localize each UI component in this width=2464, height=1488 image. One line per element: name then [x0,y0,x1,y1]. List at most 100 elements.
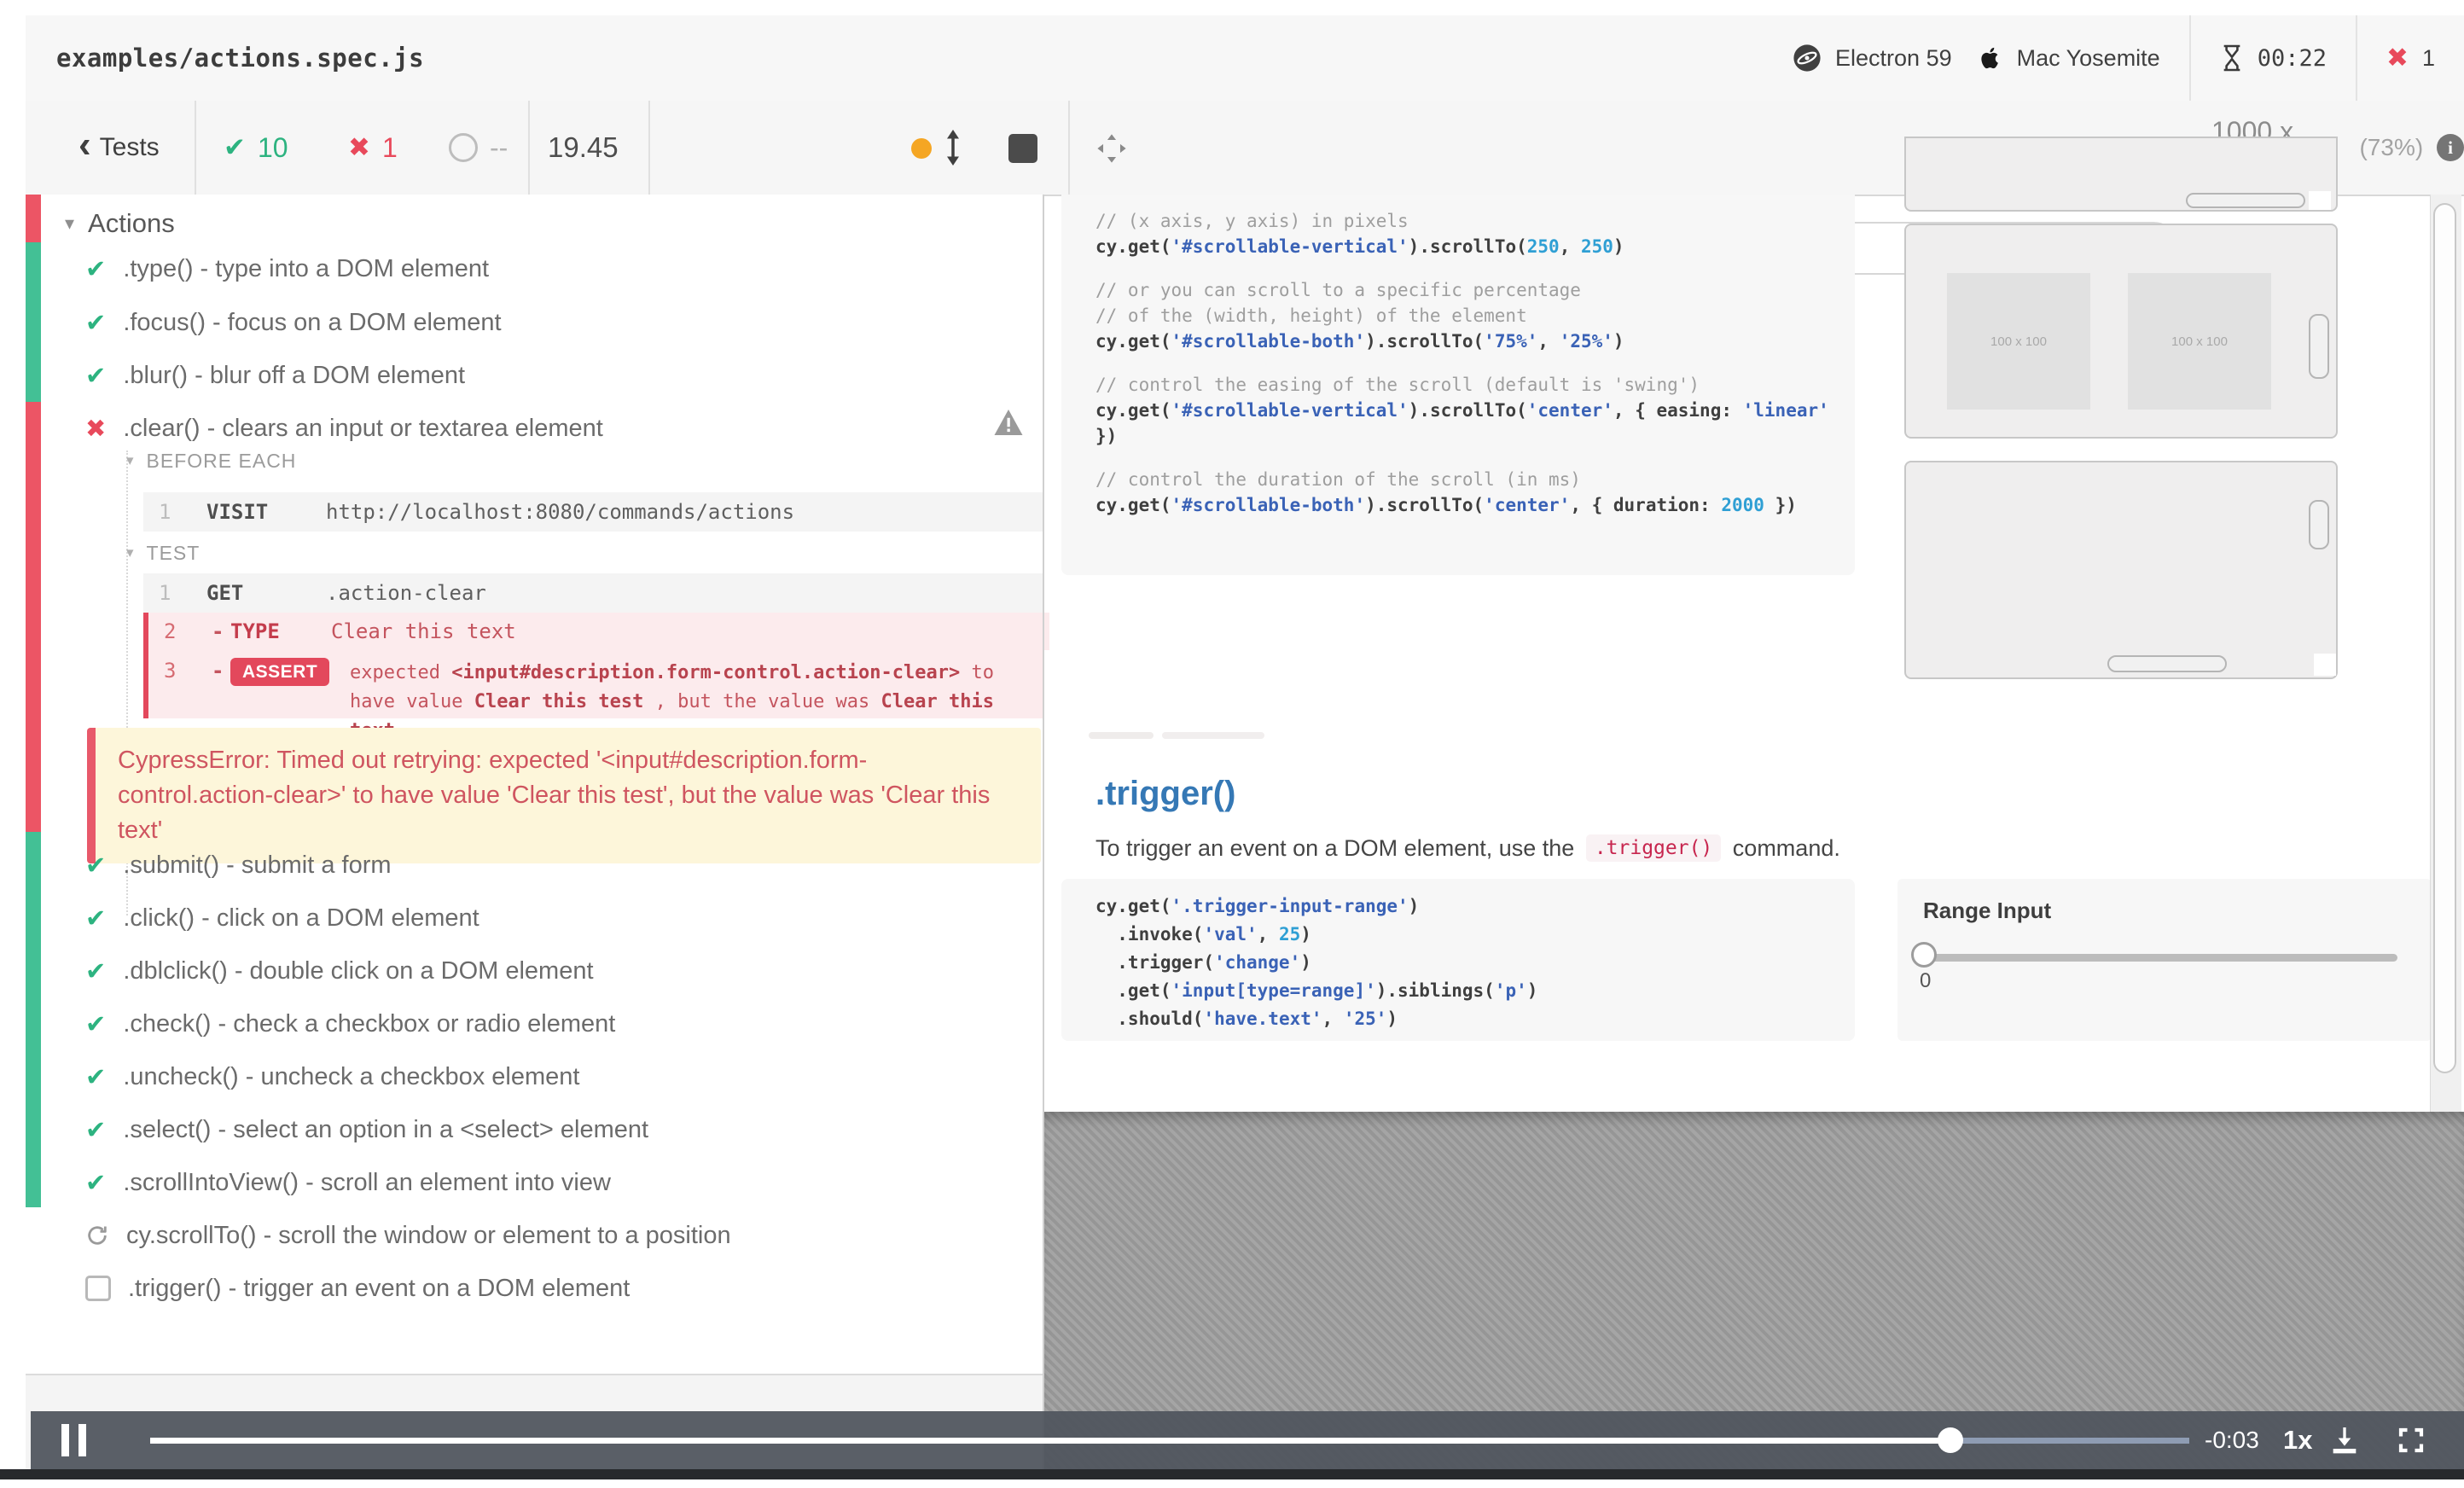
fail-x-icon: ✖ [2386,43,2409,73]
command-get[interactable]: 1 .action-clear GET .action-clear [143,573,1044,613]
video-player-bar: -0:03 1x [31,1411,2464,1469]
info-icon[interactable]: i [2437,134,2464,161]
back-to-tests-button[interactable]: ‹ Tests [78,101,160,195]
pause-icon[interactable] [78,1424,86,1456]
divider [648,101,650,195]
progress-remaining[interactable] [1950,1438,2189,1444]
divider [195,101,196,195]
failures-section: ✖ 1 [2355,15,2464,101]
chevron-down-icon: ▾ [65,212,75,234]
check-icon: ✔ [85,904,107,933]
test-log-panel: ▾ Actions ✔ .type() - type into a DOM el… [26,195,1049,1469]
code-snippet-scrollto: // (x axis, y axis) in pixels cy.get('#sc… [1061,195,1855,575]
chevron-left-icon: ‹ [78,124,91,166]
download-icon[interactable] [2327,1423,2362,1462]
hook-test[interactable]: ▾ TEST [126,536,200,570]
fullscreen-icon[interactable] [2396,1425,2426,1460]
check-icon: ✔ [85,309,107,337]
scrollable-horizontal-box[interactable] [1904,137,2338,212]
check-icon: ✔ [85,1169,107,1197]
preview-scrollbar-thumb[interactable] [2433,203,2456,1073]
apple-icon [1978,45,2003,71]
environment-section: Electron 59 Mac Yosemite [1764,15,2189,101]
check-icon: ✔ [85,255,107,283]
range-slider-track[interactable] [1923,954,2397,962]
pending-stat: -- [449,101,508,195]
warning-icon[interactable] [993,408,1024,441]
check-icon: ✔ [85,362,107,390]
test-item[interactable]: ✔ .submit() - submit a form [85,840,990,890]
check-icon: ✔ [85,1116,107,1144]
refresh-icon [85,1224,109,1247]
playback-rate-button[interactable]: 1x [2283,1411,2312,1469]
suite-fail-strip [26,195,41,242]
trigger-section-text: To trigger an event on a DOM element, us… [1095,834,1840,862]
electron-icon [1793,44,1822,73]
test-item[interactable]: ✔ .uncheck() - uncheck a checkbox elemen… [85,1052,990,1101]
progress-thumb[interactable] [1938,1427,1963,1453]
code-snippet-trigger: cy.get('.trigger-input-range') .invoke('… [1061,879,1855,1041]
scrollbar-corner [2309,191,2331,210]
preview-scrollbar[interactable] [2430,195,2461,1112]
test-item[interactable]: ✔ .type() - type into a DOM element [85,244,990,294]
pass-strip [26,832,41,1207]
trigger-section-heading[interactable]: .trigger() [1095,775,1235,813]
chevron-down-icon: ▾ [126,544,135,561]
scrollbar-corner [2314,654,2336,676]
scrollable-both-box[interactable]: 100 x 100 100 x 100 [1904,224,2338,439]
viewport-scale: (73%) [2359,134,2424,160]
test-item[interactable]: ✔ .blur() - blur off a DOM element [85,351,990,400]
passed-stat: ✔ 10 [224,131,288,163]
chevron-down-icon: ▾ [126,452,135,468]
check-icon: ✔ [85,852,107,880]
test-item[interactable]: ✔ .check() - check a checkbox or radio e… [85,999,990,1049]
pass-strip [26,242,41,402]
assert-badge: ASSERT [230,658,330,686]
command-assert[interactable]: 3 - ASSERT expected <input#description.f… [143,650,1044,741]
test-item[interactable]: ✔ .select() - select an option in a <sel… [85,1105,990,1154]
scrollable-vertical-box[interactable] [1904,461,2338,679]
spec-title: examples/actions.spec.js [56,44,425,73]
check-icon: ✔ [85,1063,107,1091]
inline-code-trigger: .trigger() [1585,834,1722,862]
divider [528,101,530,195]
player-shadow-strip [0,1469,2464,1479]
placeholder-image: 100 x 100 [1947,273,2090,410]
scroll-arrow-icon[interactable] [942,130,964,170]
duration-value: 19.45 [548,131,619,163]
x-icon: ✖ [348,132,370,162]
vertical-scrollbar-thumb[interactable] [2309,500,2329,549]
hook-before-each[interactable]: ▾ BEFORE EACH [126,444,296,478]
test-item-running[interactable]: cy.scrollTo() - scroll the window or ele… [85,1211,990,1260]
auto-scroll-indicator[interactable] [911,138,932,159]
test-item[interactable]: ✔ .click() - click on a DOM element [85,893,990,943]
horizontal-scrollbar-thumb[interactable] [2107,655,2227,672]
suite-actions[interactable]: ▾ Actions [65,200,175,247]
stop-button[interactable] [1008,134,1037,163]
x-icon: ✖ [85,415,107,443]
faint-divider [1162,732,1264,739]
progress-played[interactable] [150,1438,1950,1444]
test-item[interactable]: ✔ .focus() - focus on a DOM element [85,298,990,347]
test-item-pending[interactable]: .trigger() - trigger an event on a DOM e… [85,1264,990,1313]
fail-strip [26,402,41,832]
test-item[interactable]: ✔ .scrollIntoView() - scroll an element … [85,1158,990,1207]
horizontal-scrollbar-thumb[interactable] [2186,193,2305,208]
range-slider-thumb[interactable] [1911,942,1937,968]
failed-count: 1 [2421,44,2435,71]
timer-section: 00:22 [2188,15,2356,101]
divider [1068,101,1070,195]
range-input-label: Range Input [1923,898,2052,923]
range-value: 0 [1920,969,1932,992]
range-input-card: Range Input 0 [1897,879,2432,1041]
failed-stat: ✖ 1 [348,131,398,163]
time-remaining: -0:03 [2205,1427,2259,1453]
check-icon: ✔ [224,132,246,162]
selector-playground-icon[interactable] [1095,132,1128,169]
pause-icon[interactable] [61,1424,69,1456]
faint-divider [1089,732,1154,739]
command-type[interactable]: 2 - TYPE Clear this text [143,613,1049,650]
vertical-scrollbar-thumb[interactable] [2309,314,2329,379]
test-item[interactable]: ✔ .dblclick() - double click on a DOM el… [85,946,990,996]
command-visit[interactable]: 1 VISIT http://localhost:8080/commands/a… [143,492,1044,532]
